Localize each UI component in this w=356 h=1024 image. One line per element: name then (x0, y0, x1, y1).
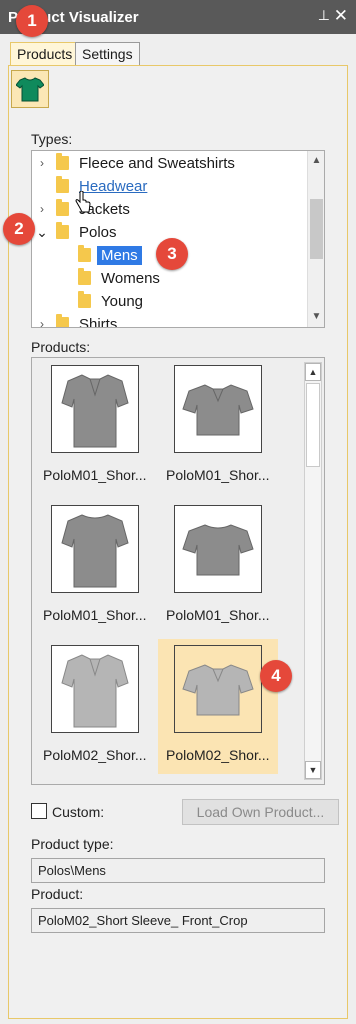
tree-item-young[interactable]: Young (72, 290, 143, 312)
tree-item-fleece[interactable]: › Fleece and Sweatshirts (34, 152, 235, 174)
tshirt-icon (16, 77, 44, 102)
tab-settings[interactable]: Settings (75, 42, 140, 66)
tshirt-button[interactable] (11, 70, 49, 108)
product-thumbnail (174, 645, 262, 733)
product-tile[interactable]: PoloM02_Shor... (35, 639, 155, 774)
load-own-product-button[interactable]: Load Own Product... (182, 799, 339, 825)
callout-badge: 1 (16, 5, 48, 37)
polo-shirt-back-icon (182, 524, 254, 576)
tree-item-label: Fleece and Sweatshirts (79, 154, 235, 172)
scroll-up-icon[interactable]: ▲ (308, 153, 324, 169)
products-label: Products: (31, 339, 91, 355)
product-type-field: Polos\Mens (31, 858, 325, 883)
product-caption: PoloM01_Shor... (43, 607, 147, 623)
products-gallery[interactable]: PoloM01_Shor... PoloM01_Shor... PoloM01_… (31, 357, 325, 785)
tree-item-label: Young (101, 292, 143, 310)
polo-shirt-back-icon (61, 514, 129, 588)
callout-badge: 3 (156, 238, 188, 270)
types-scrollbar[interactable]: ▲ ▼ (307, 151, 324, 327)
product-thumbnail (51, 505, 139, 593)
folder-icon (56, 199, 69, 216)
product-tile[interactable]: PoloM01_Shor... (158, 359, 278, 494)
product-caption: PoloM02_Shor... (166, 747, 270, 763)
hand-cursor-icon (75, 191, 91, 213)
polo-shirt-icon (182, 384, 254, 436)
product-tile[interactable]: PoloM01_Shor... (35, 499, 155, 634)
folder-icon (56, 314, 69, 327)
folder-icon (56, 222, 69, 239)
expand-icon[interactable]: › (34, 156, 50, 170)
polo-shirt-icon (182, 664, 254, 716)
product-tile[interactable]: PoloM01_Shor... (158, 499, 278, 634)
product-tile[interactable]: PoloM01_Shor... (35, 359, 155, 494)
expand-icon[interactable]: › (34, 317, 50, 327)
folder-icon (78, 245, 91, 262)
product-thumbnail (51, 645, 139, 733)
product-thumbnail (174, 505, 262, 593)
product-thumbnail (51, 365, 139, 453)
tree-item-mens[interactable]: Mens (72, 244, 142, 266)
tree-item-label: Mens (97, 245, 142, 265)
scroll-down-icon[interactable]: ▼ (308, 309, 324, 325)
custom-label: Custom: (52, 804, 105, 820)
folder-icon (56, 153, 69, 170)
callout-badge: 4 (260, 660, 292, 692)
pin-icon[interactable]: ⊥ (318, 7, 330, 24)
callout-badge: 2 (3, 213, 35, 245)
close-icon[interactable]: ✕ (334, 6, 348, 26)
scroll-down-icon[interactable]: ▼ (305, 761, 321, 779)
scroll-thumb[interactable] (306, 383, 320, 467)
types-label: Types: (31, 131, 73, 147)
product-tile-selected[interactable]: PoloM02_Shor... (158, 639, 278, 774)
folder-icon (78, 268, 91, 285)
scroll-thumb[interactable] (310, 199, 323, 259)
polo-shirt-icon (61, 374, 129, 448)
product-caption: PoloM02_Shor... (43, 747, 147, 763)
product-field: PoloM02_Short Sleeve_ Front_Crop (31, 908, 325, 933)
scroll-up-icon[interactable]: ▲ (305, 363, 321, 381)
tree-item-womens[interactable]: Womens (72, 267, 160, 289)
custom-checkbox[interactable] (31, 803, 47, 819)
folder-icon (78, 291, 91, 308)
folder-icon (56, 176, 69, 193)
tree-item-polos[interactable]: ⌄ Polos (34, 221, 117, 243)
tree-item-label: Womens (101, 269, 160, 287)
tree-item-label: Shirts (79, 315, 118, 328)
polo-shirt-icon (61, 654, 129, 728)
title-bar: Product Visualizer ⊥ ✕ (0, 0, 356, 34)
tree-item-label: Polos (79, 223, 117, 241)
tree-item-shirts[interactable]: › Shirts (34, 313, 118, 328)
collapse-icon[interactable]: ⌄ (34, 224, 50, 241)
product-thumbnail (174, 365, 262, 453)
product-type-label: Product type: (31, 836, 114, 852)
expand-icon[interactable]: › (34, 202, 50, 216)
product-caption: PoloM01_Shor... (166, 467, 270, 483)
product-caption: PoloM01_Shor... (43, 467, 147, 483)
product-caption: PoloM01_Shor... (166, 607, 270, 623)
products-scrollbar[interactable]: ▲ ▼ (304, 362, 322, 780)
product-label: Product: (31, 886, 84, 902)
tab-products[interactable]: Products (10, 42, 80, 66)
